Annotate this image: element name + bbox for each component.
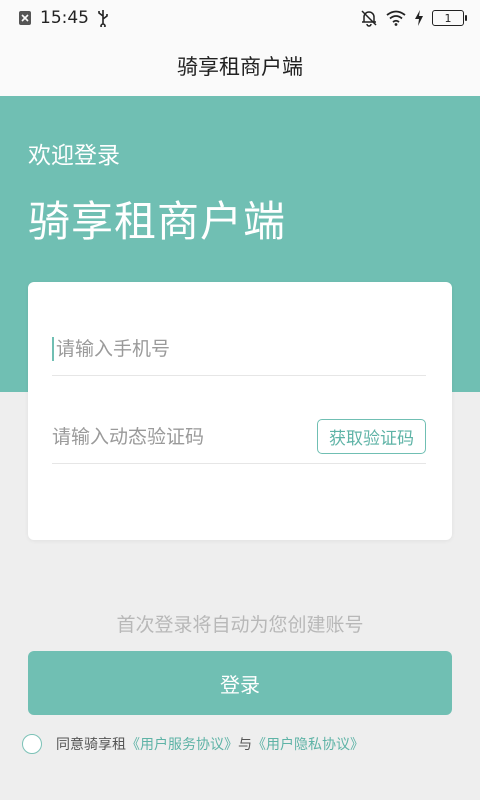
code-field: 获取验证码 bbox=[52, 410, 426, 464]
close-box-icon bbox=[18, 10, 32, 26]
agree-checkbox[interactable] bbox=[22, 734, 42, 754]
privacy-agreement-link[interactable]: 《用户隐私协议》 bbox=[252, 734, 364, 754]
agreement-row: 同意骑享租 《用户服务协议》 与 《用户隐私协议》 bbox=[22, 734, 364, 754]
title-bar: 骑享租商户端 bbox=[0, 36, 480, 96]
status-time: 15:45 bbox=[40, 8, 89, 28]
usb-icon bbox=[97, 9, 109, 27]
wifi-icon bbox=[386, 10, 406, 26]
text-cursor bbox=[52, 336, 54, 361]
login-card: 获取验证码 bbox=[28, 282, 452, 540]
charging-bolt-icon bbox=[414, 10, 424, 26]
agreement-prefix: 同意骑享租 bbox=[56, 737, 126, 753]
welcome-text: 欢迎登录 bbox=[28, 143, 120, 169]
login-button[interactable]: 登录 bbox=[28, 651, 452, 715]
service-agreement-link[interactable]: 《用户服务协议》 bbox=[126, 734, 238, 754]
auto-register-hint: 首次登录将自动为您创建账号 bbox=[116, 614, 364, 636]
bell-off-icon bbox=[360, 9, 378, 27]
battery-level: 1 bbox=[444, 11, 452, 25]
status-bar: 15:45 1 bbox=[0, 0, 480, 36]
battery-icon: 1 bbox=[432, 10, 467, 26]
status-right: 1 bbox=[360, 9, 467, 27]
verification-code-input[interactable] bbox=[52, 425, 317, 448]
get-code-button[interactable]: 获取验证码 bbox=[317, 419, 426, 454]
status-left: 15:45 bbox=[18, 8, 109, 28]
phone-input[interactable] bbox=[56, 337, 426, 360]
app-name-heading: 骑享租商户端 bbox=[28, 197, 287, 246]
agreement-joiner: 与 bbox=[238, 737, 252, 753]
phone-field bbox=[52, 322, 426, 376]
page-title: 骑享租商户端 bbox=[177, 55, 303, 79]
